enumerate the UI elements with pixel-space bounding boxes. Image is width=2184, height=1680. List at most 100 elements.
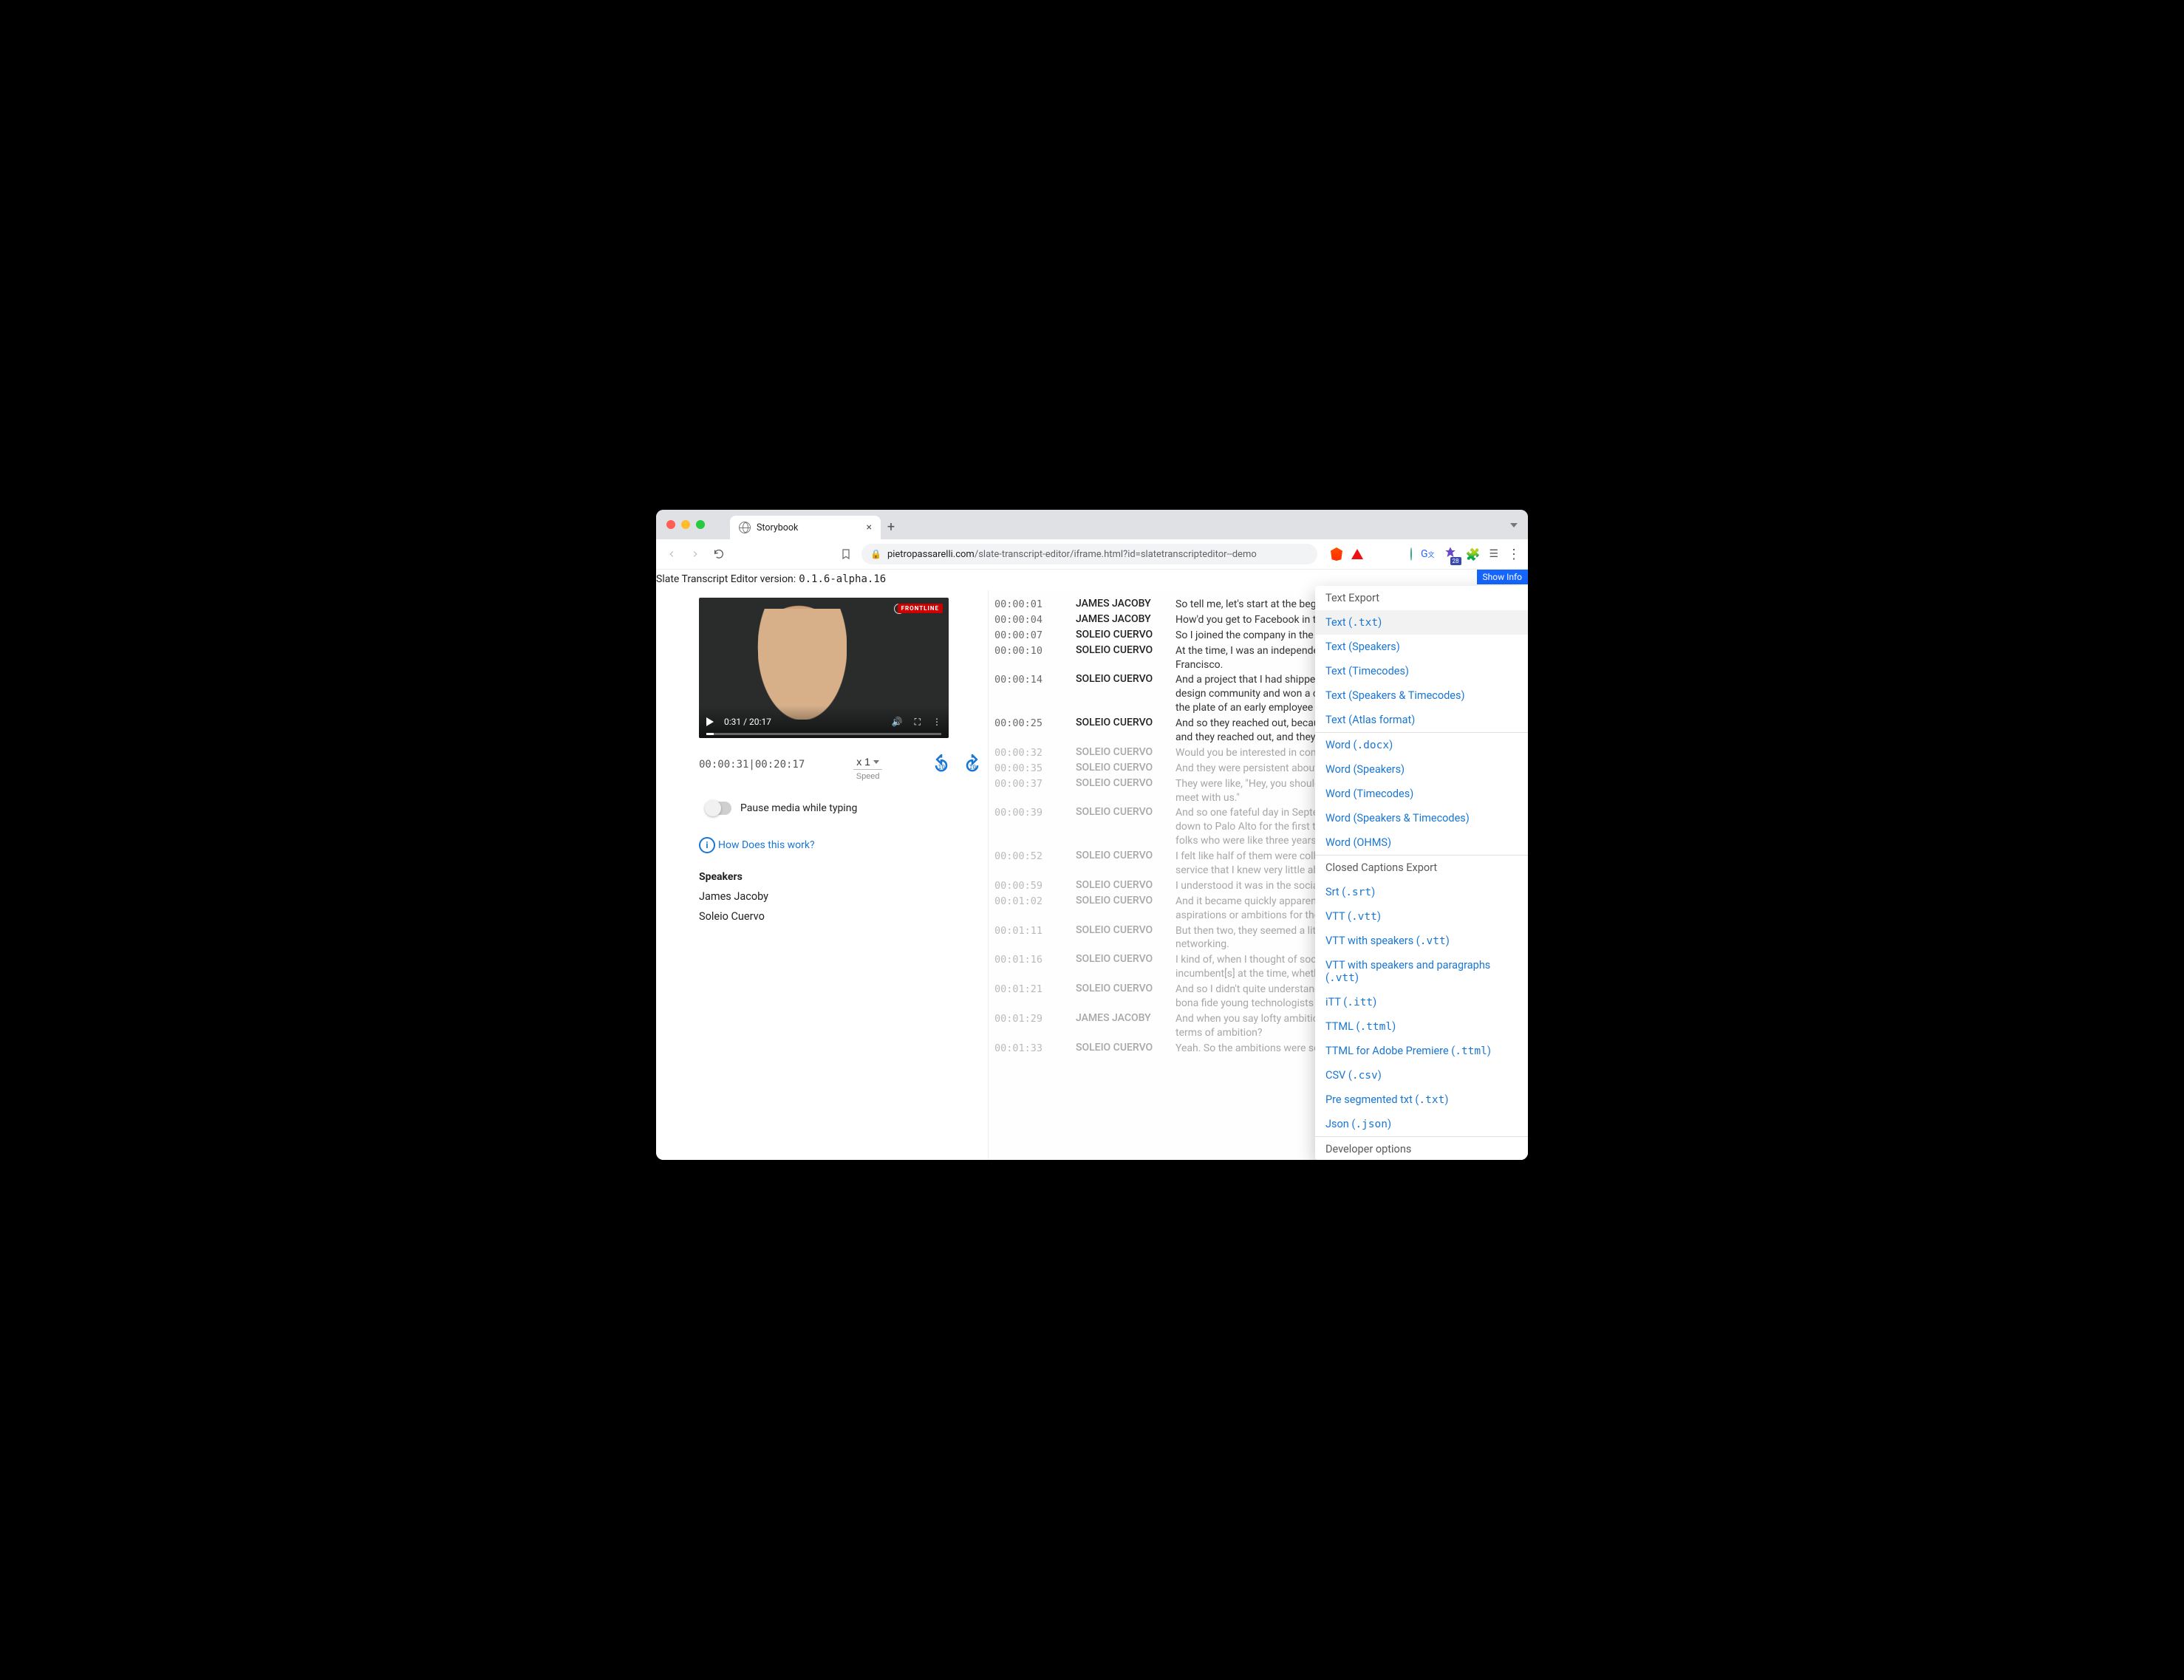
speaker-name[interactable]: SOLEIO CUERVO <box>1076 673 1175 685</box>
speaker-name[interactable]: SOLEIO CUERVO <box>1076 762 1175 774</box>
video-player[interactable]: FRONTLINE 0:31 / 20:17 🔊 ⛶ ⋮ <box>699 598 949 738</box>
timecode[interactable]: 00:00:59 <box>994 879 1076 892</box>
speed-selector[interactable]: x 1 Speed <box>853 754 882 781</box>
back-button[interactable] <box>663 549 680 559</box>
play-icon[interactable] <box>706 717 714 726</box>
extension-icon-1[interactable] <box>1410 548 1412 560</box>
speaker-name[interactable]: SOLEIO CUERVO <box>1076 924 1175 936</box>
how-does-this-work-link[interactable]: i How Does this work? <box>699 837 989 853</box>
reload-button[interactable] <box>711 548 727 560</box>
video-more-icon[interactable]: ⋮ <box>932 717 941 727</box>
menu-item-text-atlas[interactable]: Text (Atlas format) <box>1315 708 1528 732</box>
pause-toggle-row: Pause media while typing <box>706 802 989 815</box>
speaker-name[interactable]: JAMES JACOBY <box>1076 1012 1175 1024</box>
timecode[interactable]: 00:00:10 <box>994 644 1076 657</box>
menu-item-vtt[interactable]: VTT (.vtt) <box>1315 904 1528 929</box>
speaker-name[interactable]: SOLEIO CUERVO <box>1076 895 1175 906</box>
speaker-name[interactable]: SOLEIO CUERVO <box>1076 717 1175 728</box>
speaker-name[interactable]: SOLEIO CUERVO <box>1076 644 1175 656</box>
menu-item-text-speakers-timecodes[interactable]: Text (Speakers & Timecodes) <box>1315 683 1528 708</box>
rewind-10-button[interactable]: 10 <box>931 754 952 778</box>
menu-item-word-speakers[interactable]: Word (Speakers) <box>1315 757 1528 782</box>
timecode[interactable]: 00:01:16 <box>994 953 1076 966</box>
show-info-button[interactable]: Show Info <box>1477 570 1528 584</box>
speaker-item[interactable]: Soleio Cuervo <box>699 910 989 923</box>
globe-icon <box>739 522 751 533</box>
url-box[interactable]: 🔒 pietropassarelli.com/slate-transcript-… <box>861 544 1317 564</box>
close-window-icon[interactable] <box>666 520 675 529</box>
speaker-name[interactable]: SOLEIO CUERVO <box>1076 777 1175 789</box>
bookmark-icon[interactable] <box>838 548 854 560</box>
window-controls <box>666 520 705 529</box>
timecode[interactable]: 00:00:14 <box>994 673 1076 686</box>
menu-item-json[interactable]: Json (.json) <box>1315 1112 1528 1136</box>
menu-item-word-docx[interactable]: Word (.docx) <box>1315 733 1528 757</box>
speaker-name[interactable]: SOLEIO CUERVO <box>1076 806 1175 818</box>
timecode[interactable]: 00:00:37 <box>994 777 1076 790</box>
speaker-name[interactable]: SOLEIO CUERVO <box>1076 1042 1175 1054</box>
reading-list-icon[interactable]: ☰ <box>1489 548 1498 560</box>
menu-item-text-speakers[interactable]: Text (Speakers) <box>1315 635 1528 659</box>
menu-item-srt[interactable]: Srt (.srt) <box>1315 880 1528 904</box>
menu-item-itt[interactable]: iTT (.itt) <box>1315 990 1528 1014</box>
menu-item-ttml[interactable]: TTML (.ttml) <box>1315 1014 1528 1039</box>
menu-item-ttml-premiere[interactable]: TTML for Adobe Premiere (.ttml) <box>1315 1039 1528 1063</box>
menu-item-text-timecodes[interactable]: Text (Timecodes) <box>1315 659 1528 683</box>
speaker-name[interactable]: JAMES JACOBY <box>1076 613 1175 625</box>
browser-menu-icon[interactable]: ⋮ <box>1507 547 1521 562</box>
timecode[interactable]: 00:00:04 <box>994 613 1076 626</box>
menu-item-word-speakers-timecodes[interactable]: Word (Speakers & Timecodes) <box>1315 806 1528 830</box>
volume-icon[interactable]: 🔊 <box>892 717 903 727</box>
tab-menu-icon[interactable] <box>1510 519 1518 530</box>
video-progress[interactable] <box>706 733 941 735</box>
speaker-name[interactable]: SOLEIO CUERVO <box>1076 629 1175 641</box>
menu-item-word-ohms[interactable]: Word (OHMS) <box>1315 830 1528 855</box>
speaker-name[interactable]: SOLEIO CUERVO <box>1076 953 1175 965</box>
menu-item-word-timecodes[interactable]: Word (Timecodes) <box>1315 782 1528 806</box>
timecode[interactable]: 00:00:25 <box>994 717 1076 729</box>
menu-item-vtt-speakers[interactable]: VTT with speakers (.vtt) <box>1315 929 1528 953</box>
timecode[interactable]: 00:00:35 <box>994 762 1076 774</box>
speaker-name[interactable]: SOLEIO CUERVO <box>1076 983 1175 994</box>
timecode[interactable]: 00:00:07 <box>994 629 1076 641</box>
new-tab-button[interactable]: + <box>881 516 901 539</box>
extension-icon-badge[interactable]: 28 <box>1444 546 1457 562</box>
svg-text:10: 10 <box>969 763 976 771</box>
timecode[interactable]: 00:01:33 <box>994 1042 1076 1054</box>
speaker-item[interactable]: James Jacoby <box>699 890 989 903</box>
timecode[interactable]: 00:01:02 <box>994 895 1076 907</box>
speaker-name[interactable]: SOLEIO CUERVO <box>1076 746 1175 758</box>
brave-shields-icon[interactable] <box>1331 547 1342 561</box>
timecode[interactable]: 00:01:29 <box>994 1012 1076 1025</box>
timecode[interactable]: 00:00:39 <box>994 806 1076 819</box>
maximize-window-icon[interactable] <box>696 520 705 529</box>
menu-section-cc-export: Closed Captions Export <box>1315 856 1528 880</box>
minimize-window-icon[interactable] <box>681 520 690 529</box>
badge-count: 28 <box>1450 557 1461 565</box>
timecode-row: 00:00:31|00:20:17 x 1 Speed 10 <box>699 754 989 781</box>
speaker-name[interactable]: SOLEIO CUERVO <box>1076 850 1175 861</box>
translate-icon[interactable]: G文 <box>1421 548 1435 560</box>
pause-toggle[interactable] <box>706 802 731 815</box>
forward-button[interactable] <box>687 549 703 559</box>
timecode[interactable]: 00:00:01 <box>994 598 1076 610</box>
speaker-name[interactable]: SOLEIO CUERVO <box>1076 879 1175 891</box>
warning-icon[interactable] <box>1351 549 1363 559</box>
menu-section-text-export: Text Export <box>1315 586 1528 610</box>
forward-10-button[interactable]: 10 <box>962 754 983 778</box>
menu-item-vtt-speakers-paragraphs[interactable]: VTT with speakers and paragraphs (.vtt) <box>1315 953 1528 990</box>
timecode[interactable]: 00:00:52 <box>994 850 1076 862</box>
speaker-name[interactable]: JAMES JACOBY <box>1076 598 1175 609</box>
timecode[interactable]: 00:01:21 <box>994 983 1076 995</box>
close-tab-icon[interactable]: × <box>867 522 872 533</box>
timecode[interactable]: 00:00:32 <box>994 746 1076 759</box>
menu-item-text-txt[interactable]: Text (.txt) <box>1315 610 1528 635</box>
timecode[interactable]: 00:01:11 <box>994 924 1076 937</box>
video-badge: FRONTLINE <box>898 604 943 613</box>
menu-item-pre-segmented-txt[interactable]: Pre segmented txt (.txt) <box>1315 1087 1528 1112</box>
fullscreen-icon[interactable]: ⛶ <box>915 717 921 728</box>
tabs-row: Storybook × + <box>730 510 901 539</box>
menu-item-csv[interactable]: CSV (.csv) <box>1315 1063 1528 1087</box>
browser-tab[interactable]: Storybook × <box>730 516 881 539</box>
extensions-icon[interactable]: 🧩 <box>1466 547 1481 561</box>
